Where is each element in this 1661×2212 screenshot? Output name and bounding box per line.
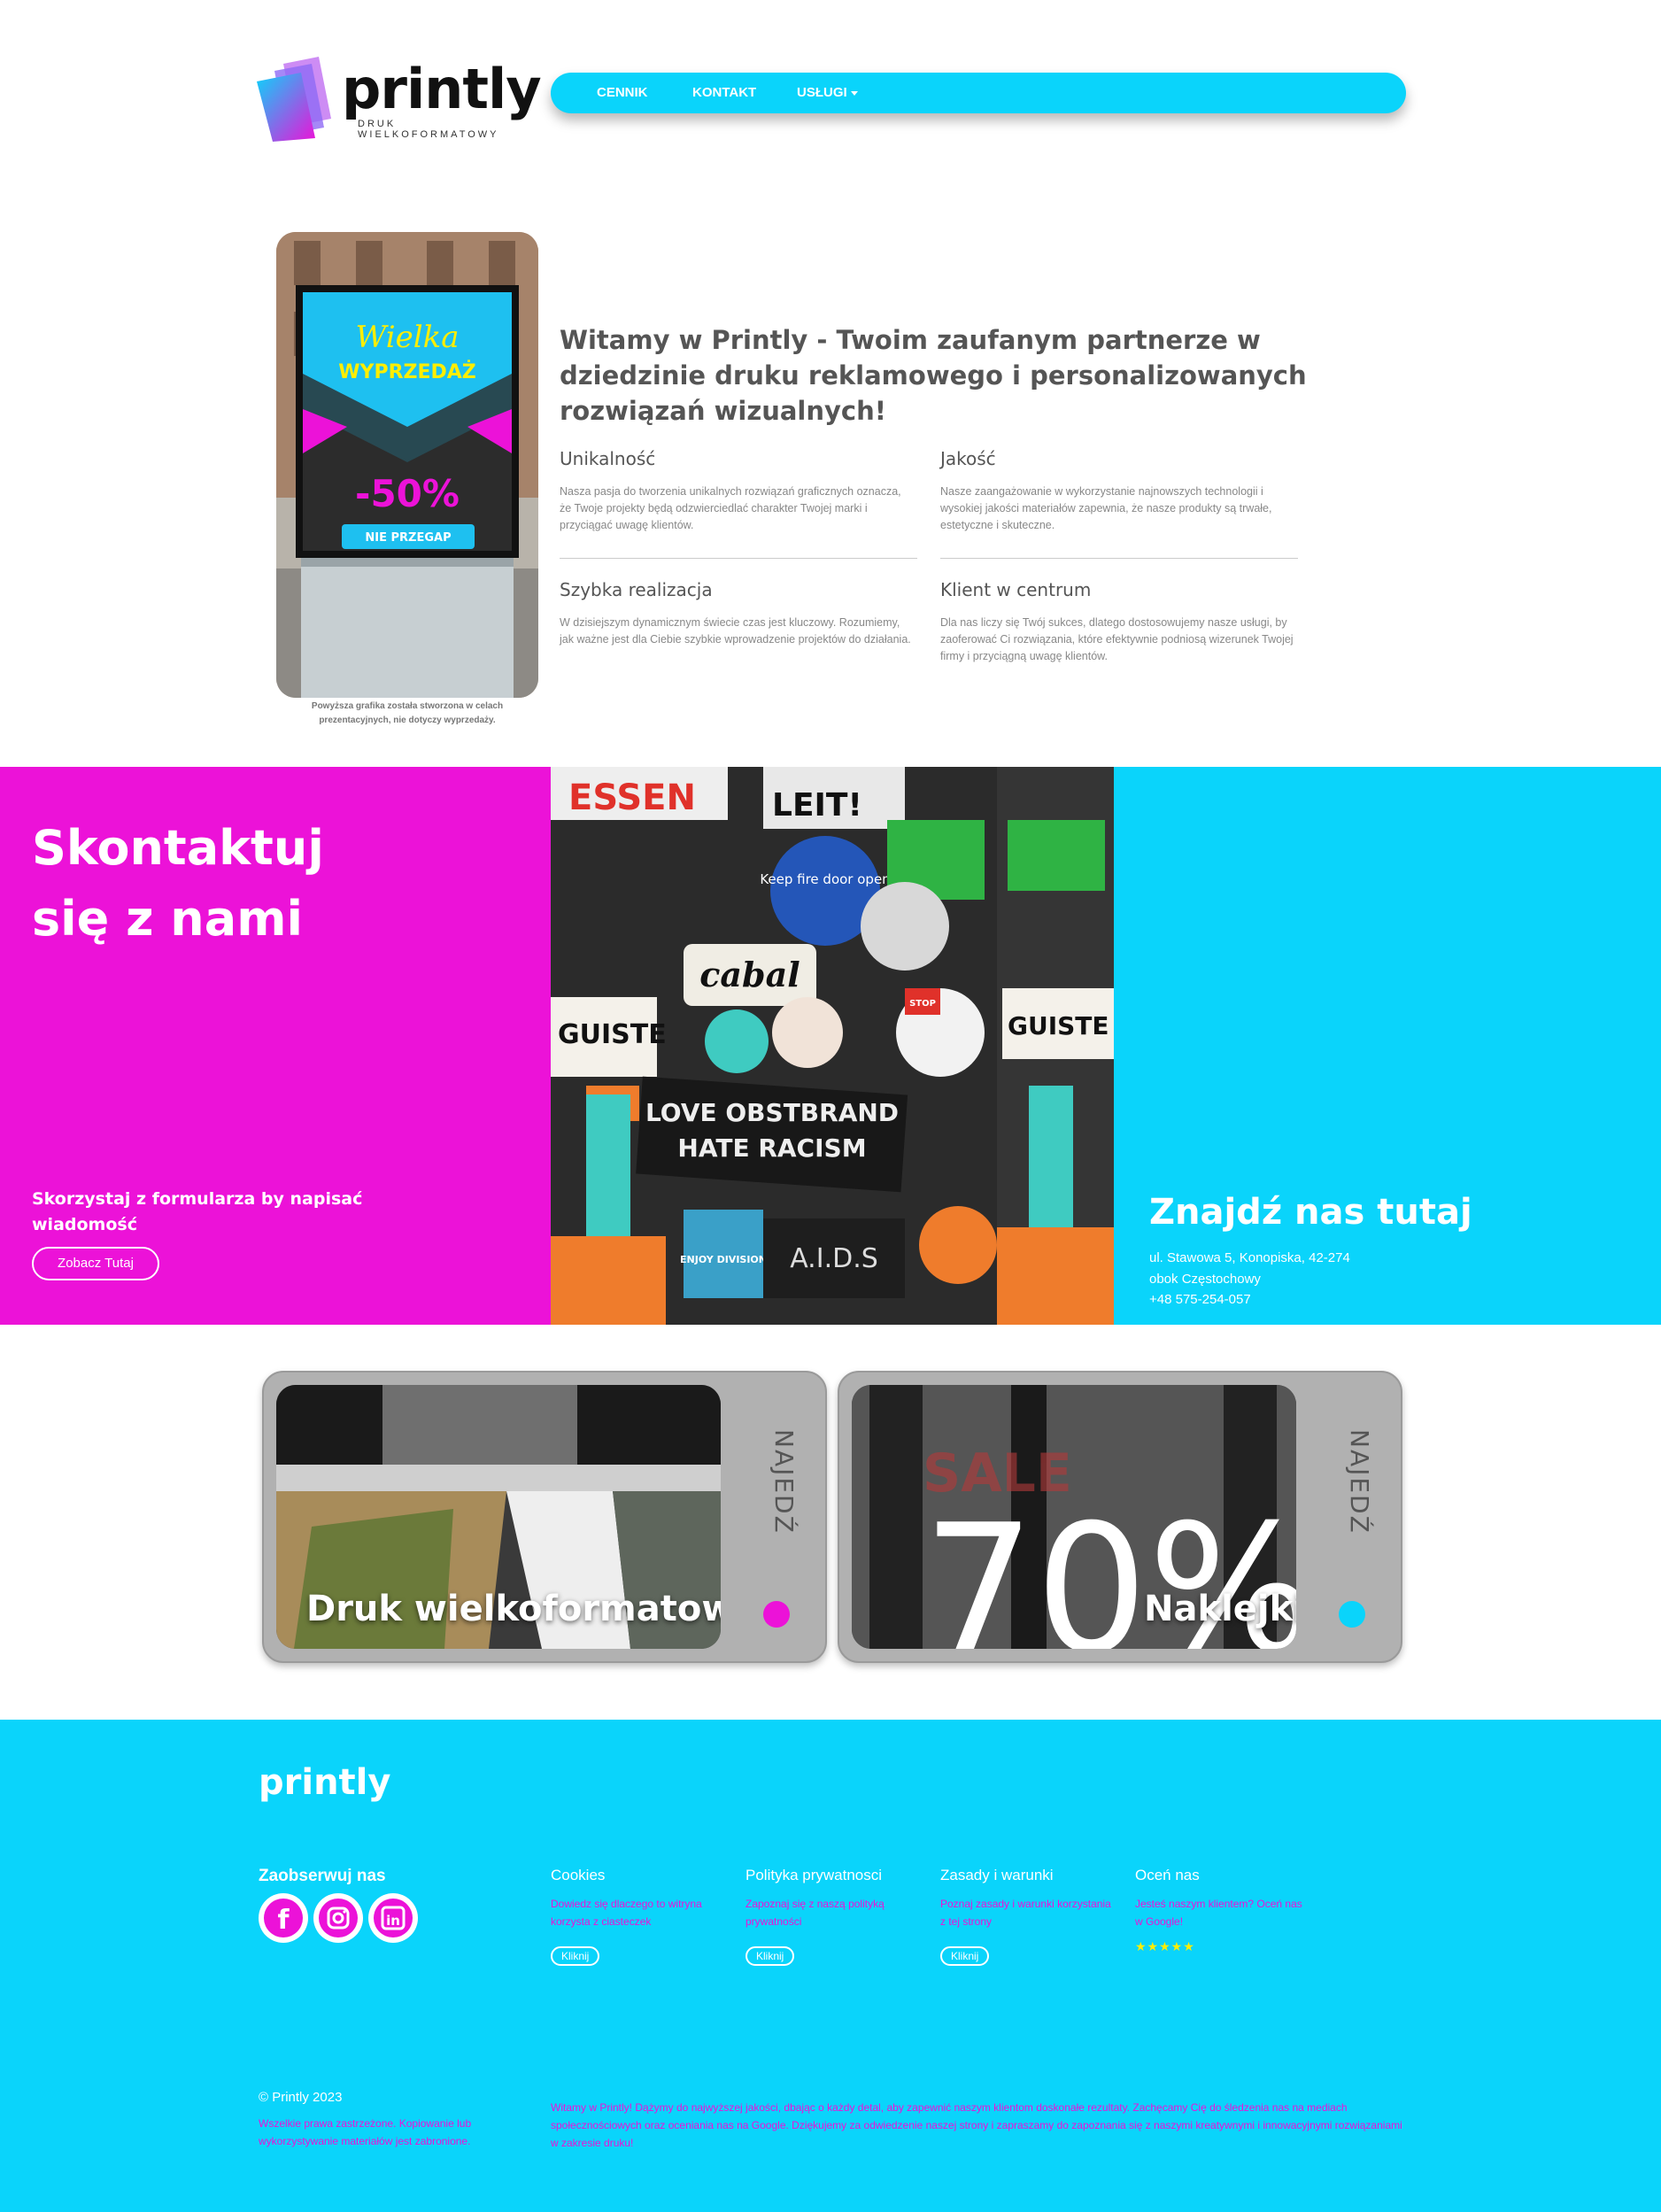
footer-logo[interactable]: printly <box>259 1762 390 1803</box>
sticker-text: LEIT! <box>772 787 862 824</box>
sticker-text: GUISTE <box>558 1019 667 1050</box>
service-card-naklejki[interactable]: SALE 70% Naklejki NAJEDŹ <box>838 1371 1402 1663</box>
nav-item-kontakt[interactable]: KONTAKT <box>692 85 756 100</box>
linkedin-link[interactable]: in <box>368 1893 418 1943</box>
footer-col-title: Cookies <box>551 1867 606 1883</box>
svg-text:f: f <box>277 1905 290 1936</box>
instagram-link[interactable] <box>313 1893 363 1943</box>
billboard-button: NIE PRZEGAP <box>365 531 451 545</box>
logo-mark-icon <box>257 57 331 142</box>
sticker-text: Keep fire door open <box>760 871 890 887</box>
facebook-icon: f <box>264 1899 303 1937</box>
footer-col-text: Zapoznaj się z naszą polityką prywatnośc… <box>746 1898 885 1928</box>
service-dot-indicator <box>1339 1601 1365 1628</box>
sticker-text: HATE RACISM <box>677 1133 866 1163</box>
rating-stars-icon: ★★★★★ <box>1135 1939 1195 1953</box>
sticker-text: ESSEN <box>568 777 696 818</box>
feature-title: Jakość <box>940 448 996 469</box>
service-dot-indicator <box>763 1601 790 1628</box>
sticker-text: A.I.D.S <box>790 1243 878 1274</box>
hero-caption: Powyższa grafika została stworzona w cel… <box>311 701 504 725</box>
svg-text:in: in <box>386 1913 400 1929</box>
billboard-headline1: Wielka <box>355 320 459 355</box>
location-address: ul. Stawowa 5, Konopiska, 42-274 <box>1149 1250 1350 1265</box>
logo-tagline: DRUK WIELKOFORMATOWY <box>358 119 499 140</box>
intro-title: Witamy w Printly - Twoim zaufanym partne… <box>560 325 1307 426</box>
footer-col-text: Dowiedz się dlaczego to witryna korzysta… <box>551 1898 702 1928</box>
sticker-text: ENJOY DIVISION <box>680 1254 767 1265</box>
footer-col-title: Zasady i warunki <box>940 1867 1054 1883</box>
sticker-text: GUISTE <box>1008 1011 1109 1040</box>
stickers-collage: ESSEN LEIT! Keep fire door open cabal GU… <box>551 767 1114 1325</box>
footer-col-terms: Zasady i warunki Poznaj zasady i warunki… <box>940 1867 1117 1966</box>
facebook-link[interactable]: f <box>259 1893 308 1943</box>
feature-divider <box>940 558 1298 559</box>
sticker-text: LOVE OBSTBRAND <box>645 1098 899 1127</box>
footer-col-text: Poznaj zasady i warunki korzystania z te… <box>940 1898 1111 1928</box>
service-image-druk: Druk wielkoformatowy <box>276 1385 721 1649</box>
feature-klient-w-centrum: Klient w centrum Dla nas liczy się Twój … <box>940 579 1294 665</box>
service-hover-hint: NAJEDŹ <box>1345 1429 1374 1535</box>
billboard-headline2: WYPRZEDAŻ <box>338 360 475 383</box>
sticker-text: cabal <box>699 955 800 994</box>
location-phone[interactable]: +48 575-254-057 <box>1149 1292 1251 1307</box>
nav-item-cennik[interactable]: CENNIK <box>597 85 648 100</box>
feature-title: Klient w centrum <box>940 579 1092 600</box>
footer-col-text[interactable]: Jesteś naszym klientem? Oceń nas w Googl… <box>1135 1895 1312 1930</box>
footer-col-title: Polityka prywatnosci <box>746 1867 883 1883</box>
service-card-druk[interactable]: Druk wielkoformatowy NAJEDŹ <box>262 1371 827 1663</box>
footer-copyright: © Printly 2023 <box>259 2090 343 2105</box>
logo[interactable]: printly DRUK WIELKOFORMATOWY <box>257 57 542 145</box>
feature-jakosc: Jakość Nasze zaangażowanie w wykorzystan… <box>940 448 1294 534</box>
terms-button[interactable]: Kliknij <box>940 1946 990 1966</box>
footer-col-title: Oceń nas <box>1135 1867 1200 1883</box>
hero-image: Wielka WYPRZEDAŻ -50% NIE PRZEGAP <box>276 232 538 698</box>
footer-rights: Wszelkie prawa zastrzeżone. Kopiowanie l… <box>259 2117 472 2147</box>
contact-title-line1: Skontaktuj <box>32 820 324 876</box>
logo-wordmark: printly <box>342 57 542 121</box>
footer-thanks-text: Witamy w Printly! Dążymy do najwyższej j… <box>551 2101 1402 2149</box>
main-nav: CENNIK KONTAKT USŁUGI <box>551 73 1406 113</box>
feature-szybka-realizacja: Szybka realizacja W dzisiejszym dynamicz… <box>560 579 914 648</box>
billboard-discount: -50% <box>355 472 460 515</box>
caret-down-icon <box>850 90 858 96</box>
feature-title: Unikalność <box>560 448 656 469</box>
contact-form-button[interactable]: Zobacz Tutaj <box>32 1247 159 1280</box>
feature-text: Nasza pasja do tworzenia unikalnych rozw… <box>560 485 901 531</box>
footer-col-privacy: Polityka prywatnosci Zapoznaj się z nasz… <box>746 1867 923 1966</box>
feature-unikalnosc: Unikalność Nasza pasja do tworzenia unik… <box>560 448 914 534</box>
location-panel <box>1114 767 1661 1325</box>
feature-title: Szybka realizacja <box>560 579 713 600</box>
contact-title-line2: się z nami <box>32 891 303 947</box>
service-image-naklejki: SALE 70% Naklejki <box>852 1385 1296 1649</box>
service-hover-hint: NAJEDŹ <box>769 1429 799 1535</box>
feature-text: W dzisiejszym dynamicznym świecie czas j… <box>560 616 911 646</box>
contact-subtitle: Skorzystaj z formularza by napisać wiado… <box>32 1189 363 1234</box>
location-title: Znajdź nas tutaj <box>1149 1192 1472 1233</box>
cookies-button[interactable]: Kliknij <box>551 1946 600 1966</box>
feature-divider <box>560 558 917 559</box>
service-label-druk: Druk wielkoformatowy <box>306 1589 721 1629</box>
billboard-illustration: Wielka WYPRZEDAŻ -50% NIE PRZEGAP <box>276 232 538 698</box>
instagram-icon <box>319 1899 358 1937</box>
footer-col-cookies: Cookies Dowiedz się dlaczego to witryna … <box>551 1867 728 1966</box>
nav-item-uslugi-label: USŁUGI <box>797 85 847 100</box>
nav-item-uslugi[interactable]: USŁUGI <box>797 85 858 100</box>
sticker-text: STOP <box>909 999 936 1009</box>
privacy-button[interactable]: Kliknij <box>746 1946 795 1966</box>
service-label-naklejki: Naklejki <box>1144 1589 1296 1629</box>
contact-title: Skontaktuj się z nami <box>32 813 528 955</box>
stickers-image: ESSEN LEIT! Keep fire door open cabal GU… <box>551 767 1114 1325</box>
linkedin-icon: in <box>374 1899 413 1937</box>
feature-text: Nasze zaangażowanie w wykorzystanie najn… <box>940 485 1272 531</box>
footer-col-rate: Oceń nas Jesteś naszym klientem? Oceń na… <box>1135 1867 1312 1954</box>
location-area: obok Częstochowy <box>1149 1272 1261 1287</box>
feature-text: Dla nas liczy się Twój sukces, dlatego d… <box>940 616 1294 662</box>
footer-follow-title: Zaobserwuj nas <box>259 1867 386 1885</box>
